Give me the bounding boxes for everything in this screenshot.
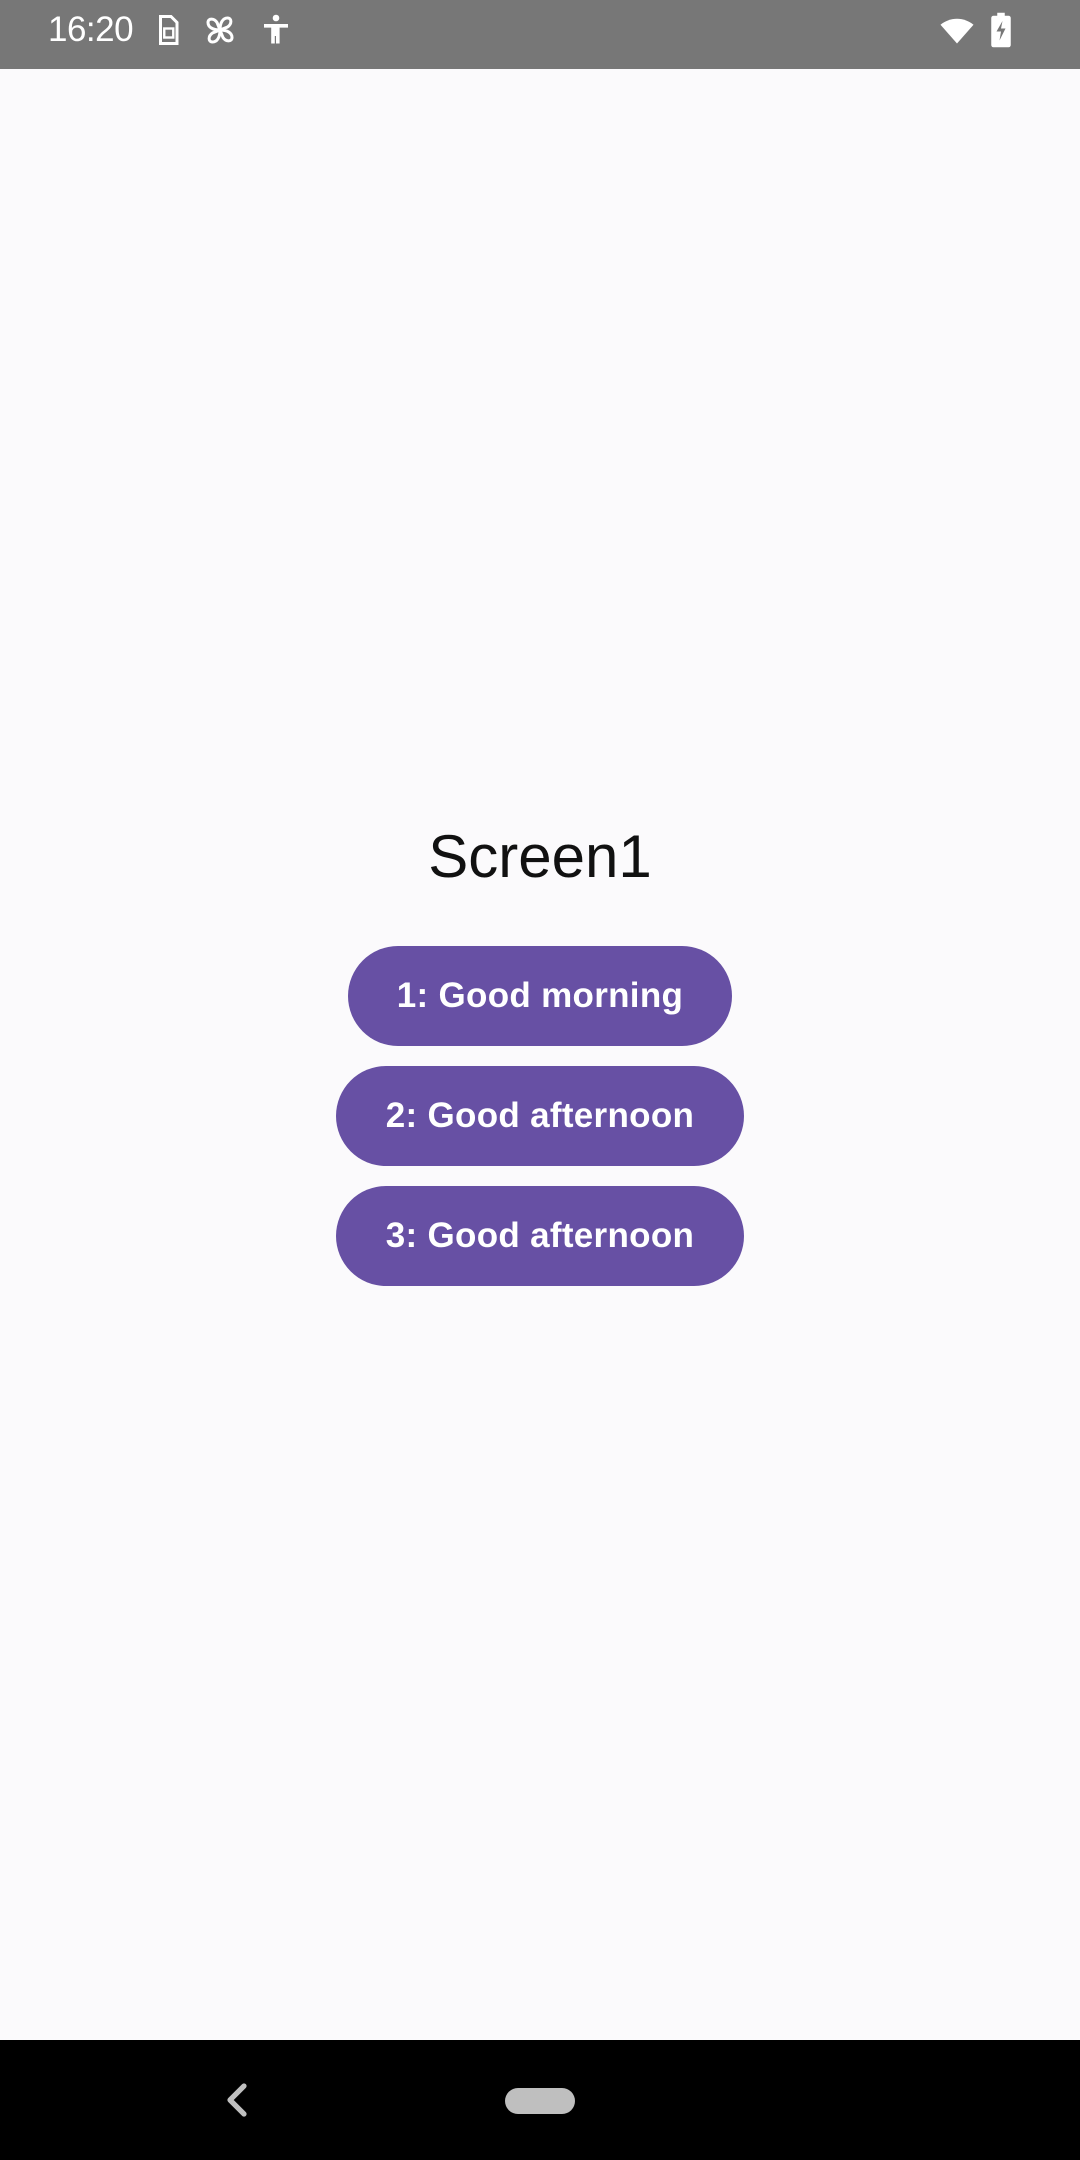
status-bar: 16:20	[0, 0, 1080, 69]
back-icon[interactable]	[222, 2080, 252, 2120]
good-afternoon-button-3[interactable]: 3: Good afternoon	[336, 1186, 744, 1286]
main-content: Screen1 1: Good morning 2: Good afternoo…	[0, 69, 1080, 2040]
good-morning-button-1[interactable]: 1: Good morning	[348, 946, 732, 1046]
good-afternoon-button-2[interactable]: 2: Good afternoon	[336, 1066, 744, 1166]
screen-title: Screen1	[428, 823, 652, 890]
sim-card-icon	[150, 12, 186, 48]
wifi-icon	[936, 12, 978, 48]
navigation-bar	[0, 2040, 1080, 2160]
battery-charging-icon	[988, 12, 1014, 48]
home-pill-icon[interactable]	[505, 2088, 575, 2114]
status-time: 16:20	[48, 10, 134, 49]
fan-icon	[202, 12, 238, 48]
accessibility-icon	[258, 12, 294, 48]
